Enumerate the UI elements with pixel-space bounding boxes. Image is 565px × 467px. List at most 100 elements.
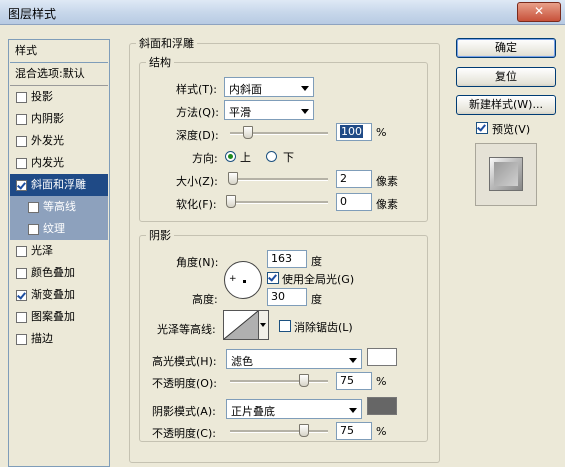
slider-thumb[interactable] bbox=[243, 126, 253, 139]
checkbox[interactable] bbox=[16, 334, 27, 345]
gloss-contour-label: 光泽等高线: bbox=[157, 323, 216, 336]
angle-dial[interactable]: + bbox=[224, 261, 262, 299]
style-list: 样式 混合选项:默认 投影 内阴影 外发光 内发光 斜面和浮雕 等高线 纹理 光… bbox=[8, 39, 110, 467]
style-item-drop-shadow[interactable]: 投影 bbox=[10, 86, 108, 108]
antialias-checkbox[interactable] bbox=[279, 320, 291, 332]
window-title: 图层样式 bbox=[8, 7, 57, 21]
checkbox[interactable] bbox=[16, 312, 27, 323]
highlight-opacity-unit: % bbox=[376, 375, 387, 388]
chevron-down-icon bbox=[301, 109, 309, 114]
style-label: 样式(T): bbox=[176, 83, 218, 96]
highlight-mode-label: 高光模式(H): bbox=[152, 355, 217, 368]
title-bar: 图层样式 ✕ bbox=[0, 0, 565, 25]
checkbox[interactable] bbox=[16, 246, 27, 257]
ok-button[interactable]: 确定 bbox=[456, 38, 556, 58]
direction-label: 方向: bbox=[192, 152, 218, 165]
global-light-label: 使用全局光(G) bbox=[282, 273, 355, 286]
size-label: 大小(Z): bbox=[176, 175, 218, 188]
size-slider[interactable] bbox=[228, 172, 328, 185]
bevel-emboss-title: 斜面和浮雕 bbox=[139, 37, 194, 50]
new-style-button[interactable]: 新建样式(W)... bbox=[456, 95, 556, 115]
gloss-contour-picker[interactable] bbox=[223, 310, 259, 340]
checkbox[interactable] bbox=[28, 224, 39, 235]
style-item-color-overlay[interactable]: 颜色叠加 bbox=[10, 262, 108, 284]
preview-checkbox[interactable] bbox=[476, 122, 488, 134]
chevron-down-icon bbox=[349, 408, 357, 413]
soften-label: 软化(F): bbox=[176, 198, 217, 211]
depth-slider[interactable] bbox=[230, 126, 328, 139]
highlight-opacity-input[interactable]: 75 bbox=[336, 372, 372, 390]
depth-label: 深度(D): bbox=[176, 129, 219, 142]
style-item-bevel-emboss[interactable]: 斜面和浮雕 bbox=[10, 174, 108, 196]
checkbox[interactable] bbox=[16, 158, 27, 169]
structure-title: 结构 bbox=[149, 56, 171, 69]
checkbox[interactable] bbox=[16, 92, 27, 103]
highlight-color-swatch[interactable] bbox=[367, 348, 397, 366]
slider-thumb[interactable] bbox=[299, 424, 309, 437]
angle-label: 角度(N): bbox=[176, 256, 219, 269]
style-item-inner-glow[interactable]: 内发光 bbox=[10, 152, 108, 174]
soften-slider[interactable] bbox=[226, 195, 328, 208]
style-item-satin[interactable]: 光泽 bbox=[10, 240, 108, 262]
depth-unit: % bbox=[376, 126, 387, 139]
style-list-header: 样式 bbox=[10, 40, 108, 63]
checkbox[interactable] bbox=[16, 114, 27, 125]
angle-input[interactable]: 163 bbox=[267, 250, 307, 268]
gloss-contour-dropdown[interactable] bbox=[259, 310, 269, 340]
direction-up-radio[interactable] bbox=[225, 151, 236, 162]
highlight-mode-select[interactable]: 滤色 bbox=[226, 349, 362, 369]
shadow-opacity-slider[interactable] bbox=[230, 424, 328, 437]
style-item-outer-glow[interactable]: 外发光 bbox=[10, 130, 108, 152]
chevron-down-icon bbox=[349, 358, 357, 363]
style-item-gradient-overlay[interactable]: 渐变叠加 bbox=[10, 284, 108, 306]
depth-input[interactable]: 100 bbox=[336, 123, 372, 141]
slider-thumb[interactable] bbox=[299, 374, 309, 387]
altitude-label: 高度: bbox=[192, 293, 218, 306]
size-unit: 像素 bbox=[376, 175, 398, 188]
highlight-opacity-label: 不透明度(O): bbox=[152, 377, 217, 390]
style-item-texture[interactable]: 纹理 bbox=[10, 218, 108, 240]
chevron-down-icon bbox=[260, 323, 266, 327]
technique-label: 方法(Q): bbox=[176, 106, 219, 119]
direction-down-label: 下 bbox=[283, 151, 294, 164]
style-preview bbox=[475, 143, 537, 206]
style-item-contour[interactable]: 等高线 bbox=[10, 196, 108, 218]
checkbox[interactable] bbox=[16, 136, 27, 147]
checkbox[interactable] bbox=[16, 180, 27, 191]
soften-input[interactable]: 0 bbox=[336, 193, 372, 211]
style-item-pattern-overlay[interactable]: 图案叠加 bbox=[10, 306, 108, 328]
slider-thumb[interactable] bbox=[228, 172, 238, 185]
soften-unit: 像素 bbox=[376, 198, 398, 211]
shadow-color-swatch[interactable] bbox=[367, 397, 397, 415]
contour-preview-icon bbox=[224, 311, 258, 339]
shadow-mode-label: 阴影模式(A): bbox=[152, 405, 216, 418]
style-item-inner-shadow[interactable]: 内阴影 bbox=[10, 108, 108, 130]
checkbox[interactable] bbox=[16, 290, 27, 301]
shadow-opacity-label: 不透明度(C): bbox=[152, 427, 216, 440]
chevron-down-icon bbox=[301, 86, 309, 91]
close-button[interactable]: ✕ bbox=[517, 2, 561, 22]
crosshair-icon: + bbox=[229, 274, 237, 284]
style-item-stroke[interactable]: 描边 bbox=[10, 328, 108, 350]
altitude-input[interactable]: 30 bbox=[267, 288, 307, 306]
style-select[interactable]: 内斜面 bbox=[224, 77, 314, 97]
shadow-mode-select[interactable]: 正片叠底 bbox=[226, 399, 362, 419]
shadow-opacity-unit: % bbox=[376, 425, 387, 438]
global-light-checkbox[interactable] bbox=[267, 272, 279, 284]
checkbox[interactable] bbox=[28, 202, 39, 213]
direction-down-radio[interactable] bbox=[266, 151, 277, 162]
shadow-opacity-input[interactable]: 75 bbox=[336, 422, 372, 440]
altitude-unit: 度 bbox=[311, 293, 322, 306]
antialias-label: 消除锯齿(L) bbox=[294, 321, 353, 334]
checkbox[interactable] bbox=[16, 268, 27, 279]
highlight-opacity-slider[interactable] bbox=[230, 374, 328, 387]
angle-unit: 度 bbox=[311, 255, 322, 268]
preview-label: 预览(V) bbox=[492, 123, 531, 136]
preview-thumbnail bbox=[489, 157, 523, 191]
blend-options-item[interactable]: 混合选项:默认 bbox=[10, 63, 108, 85]
size-input[interactable]: 2 bbox=[336, 170, 372, 188]
dialog-client: 样式 混合选项:默认 投影 内阴影 外发光 内发光 斜面和浮雕 等高线 纹理 光… bbox=[0, 25, 565, 467]
technique-select[interactable]: 平滑 bbox=[224, 100, 314, 120]
slider-thumb[interactable] bbox=[226, 195, 236, 208]
reset-button[interactable]: 复位 bbox=[456, 67, 556, 87]
